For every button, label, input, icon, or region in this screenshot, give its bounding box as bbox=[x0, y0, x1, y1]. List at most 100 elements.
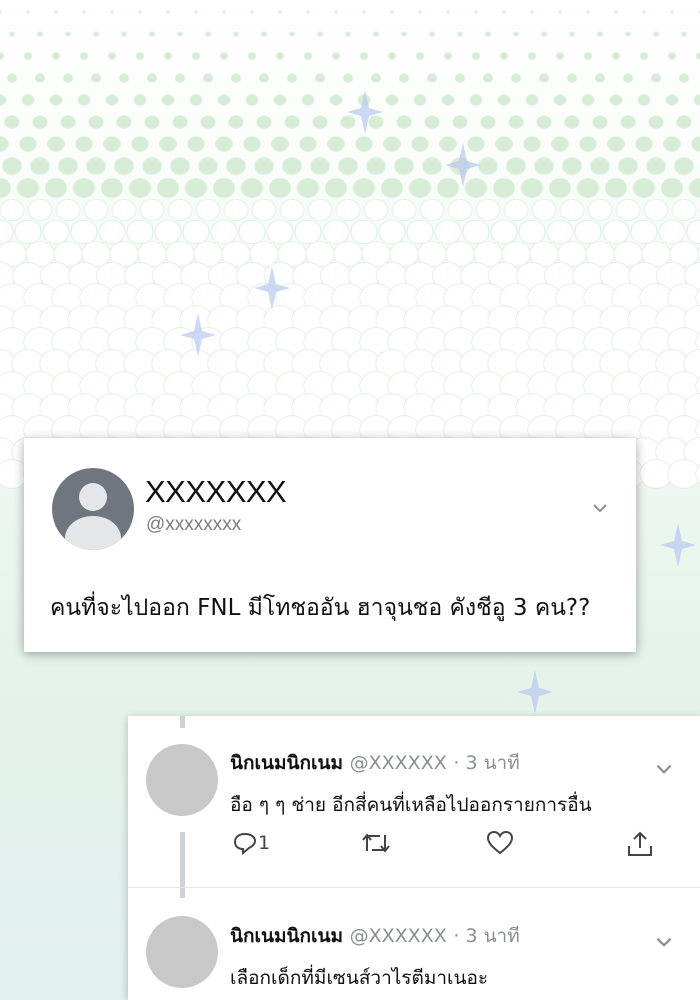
halftone-dot bbox=[0, 219, 14, 245]
display-name[interactable]: XXXXXXX bbox=[145, 474, 287, 510]
halftone-dot bbox=[141, 157, 163, 175]
reply-text: เลือกเด็กที่มีเซนส์วาไรตีมาเนอะ bbox=[230, 967, 489, 989]
halftone-dot bbox=[250, 10, 254, 14]
halftone-dot bbox=[100, 177, 124, 199]
halftone-dot bbox=[34, 73, 46, 83]
halftone-dot bbox=[64, 31, 72, 37]
retweet-button[interactable] bbox=[360, 830, 392, 860]
halftone-dot bbox=[643, 198, 669, 222]
halftone-dot bbox=[182, 219, 210, 245]
halftone-dot bbox=[232, 31, 240, 37]
halftone-dot bbox=[77, 94, 91, 106]
halftone-dot bbox=[0, 52, 5, 60]
halftone-dot bbox=[334, 10, 338, 14]
halftone-dot bbox=[44, 177, 68, 199]
halftone-dot bbox=[413, 94, 427, 106]
halftone-dot bbox=[609, 94, 623, 106]
halftone-dot bbox=[428, 31, 436, 37]
halftone-dot bbox=[85, 157, 107, 175]
halftone-dot bbox=[471, 52, 481, 60]
halftone-dot bbox=[195, 198, 221, 222]
halftone-dot bbox=[275, 52, 285, 60]
reply-author[interactable]: นิกเนมนิกเนม @XXXXXX · 3 นาที bbox=[230, 921, 520, 951]
avatar[interactable] bbox=[146, 916, 218, 988]
halftone-dot bbox=[645, 157, 667, 175]
halftone-dot bbox=[154, 219, 182, 245]
halftone-dot bbox=[576, 177, 600, 199]
halftone-dot bbox=[642, 10, 646, 14]
halftone-dot bbox=[144, 115, 160, 129]
avatar-head bbox=[79, 483, 107, 511]
halftone-dot bbox=[223, 198, 249, 222]
halftone-dot bbox=[474, 10, 478, 14]
halftone-dot bbox=[368, 115, 384, 129]
reply-handle: @XXXXXX bbox=[349, 925, 447, 947]
halftone-dot bbox=[568, 31, 576, 37]
halftone-dot bbox=[266, 219, 294, 245]
halftone-dot bbox=[337, 157, 359, 175]
halftone-dot bbox=[688, 177, 700, 199]
reply-author[interactable]: นิกเนมนิกเนม @XXXXXX · 3 นาที bbox=[230, 748, 520, 778]
halftone-dot bbox=[564, 115, 580, 129]
halftone-dot bbox=[390, 10, 394, 14]
sparkle bbox=[517, 670, 553, 714]
halftone-dot bbox=[363, 198, 389, 222]
halftone-dot bbox=[355, 136, 373, 152]
halftone-dot bbox=[508, 115, 524, 129]
halftone-dot bbox=[462, 219, 490, 245]
halftone-dot bbox=[161, 94, 175, 106]
halftone-dot bbox=[322, 219, 350, 245]
halftone-dot bbox=[260, 31, 268, 37]
halftone-dot bbox=[340, 115, 356, 129]
halftone-dot bbox=[587, 198, 613, 222]
halftone-dot bbox=[32, 115, 48, 129]
halftone-dot bbox=[146, 73, 158, 83]
halftone-dot bbox=[126, 219, 154, 245]
halftone-dot bbox=[72, 177, 96, 199]
reply-text: อือ ๆ ๆ ช่าย อีกสี่คนที่เหลือไปออกรายการ… bbox=[230, 794, 592, 816]
halftone-dot bbox=[671, 198, 697, 222]
like-button[interactable] bbox=[486, 830, 514, 860]
halftone-dot bbox=[167, 198, 193, 222]
chevron-down-icon[interactable] bbox=[590, 498, 610, 518]
halftone-dot bbox=[271, 136, 289, 152]
halftone-dot bbox=[387, 52, 397, 60]
avatar-body bbox=[65, 516, 121, 550]
avatar[interactable] bbox=[146, 744, 218, 816]
halftone-dot bbox=[23, 52, 33, 60]
halftone-dot bbox=[309, 157, 331, 175]
halftone-dot bbox=[286, 73, 298, 83]
halftone-dot bbox=[555, 52, 565, 60]
halftone-dot bbox=[118, 73, 130, 83]
chevron-down-icon[interactable] bbox=[653, 931, 675, 953]
halftone-dot bbox=[581, 94, 595, 106]
avatar[interactable] bbox=[52, 468, 134, 550]
halftone-dot bbox=[469, 94, 483, 106]
halftone-dot bbox=[502, 10, 506, 14]
halftone-dot bbox=[452, 115, 468, 129]
halftone-dot bbox=[82, 10, 86, 14]
halftone-dot bbox=[296, 177, 320, 199]
halftone-dot bbox=[54, 10, 58, 14]
halftone-dot bbox=[268, 177, 292, 199]
halftone-dot bbox=[443, 52, 453, 60]
halftone-dot bbox=[243, 136, 261, 152]
halftone-dot bbox=[652, 31, 660, 37]
halftone-dot bbox=[620, 115, 636, 129]
halftone-dot bbox=[284, 115, 300, 129]
halftone-dot bbox=[335, 198, 361, 222]
halftone-dot bbox=[614, 10, 618, 14]
halftone-dot bbox=[695, 52, 700, 60]
halftone-dot bbox=[279, 198, 305, 222]
halftone-dot bbox=[512, 31, 520, 37]
reply-button[interactable]: 1 bbox=[232, 830, 270, 856]
halftone-dot bbox=[228, 115, 244, 129]
halftone-dot bbox=[663, 136, 681, 152]
halftone-dot bbox=[676, 115, 692, 129]
tweet-text: คนที่จะไปออก FNL มีโทชออัน ฮาจุนชอ คังชี… bbox=[50, 595, 591, 621]
halftone-dot bbox=[281, 157, 303, 175]
halftone-dot bbox=[19, 136, 37, 152]
share-button[interactable] bbox=[626, 830, 654, 862]
halftone-dot bbox=[418, 10, 422, 14]
chevron-down-icon[interactable] bbox=[653, 758, 675, 780]
